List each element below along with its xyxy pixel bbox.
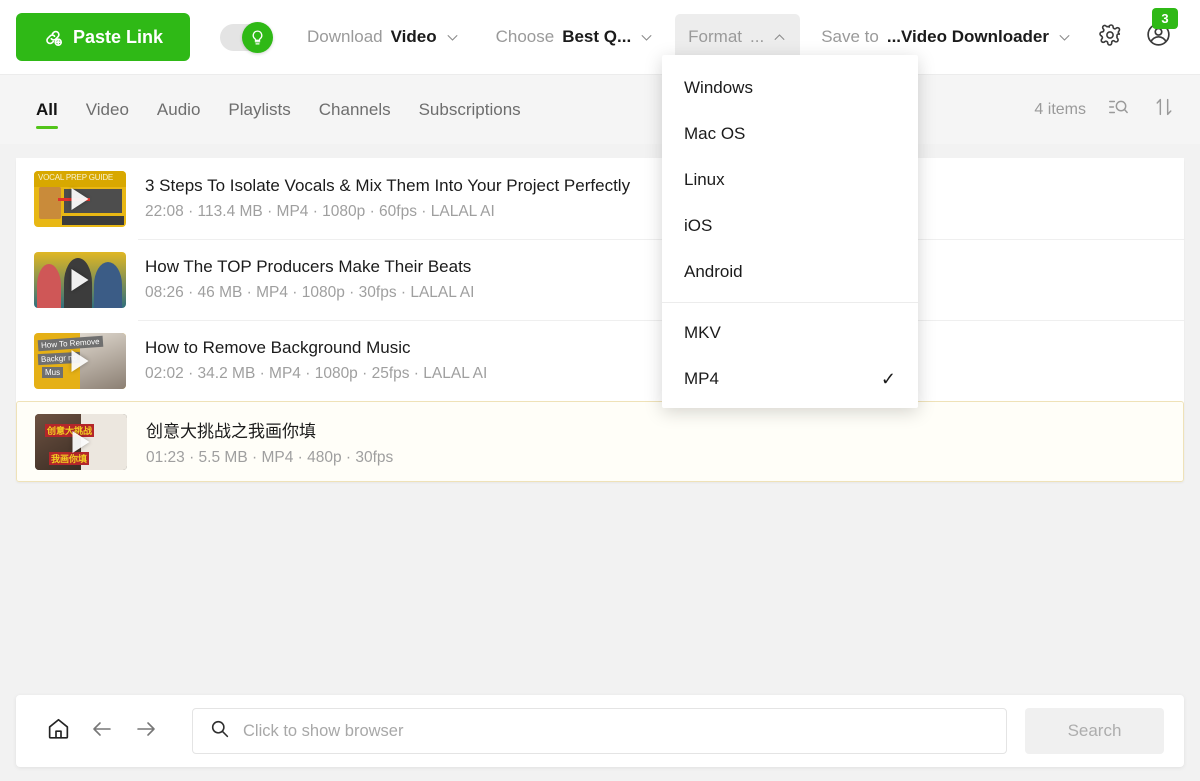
row-title: How to Remove Background Music xyxy=(145,338,487,358)
row-title: How The TOP Producers Make Their Beats xyxy=(145,257,474,277)
table-row[interactable]: VOCAL PREP GUIDE 3 Steps To Isolate Voca… xyxy=(16,158,1184,239)
arrow-left-icon xyxy=(90,717,114,746)
format-selector[interactable]: Format ... xyxy=(675,14,800,60)
filter-tabs: All Video Audio Playlists Channels Subsc… xyxy=(0,75,1200,144)
table-row[interactable]: How To RemoveBackgr ndMus How to Remove … xyxy=(16,320,1184,401)
gear-icon xyxy=(1098,23,1122,52)
format-label: Format xyxy=(688,27,742,47)
top-toolbar: Paste Link Download Video Choose Best Q. xyxy=(0,0,1200,75)
paste-link-button[interactable]: Paste Link xyxy=(16,13,190,61)
play-icon xyxy=(72,350,89,372)
download-label: Download xyxy=(307,27,383,47)
chevron-down-icon xyxy=(445,30,460,45)
row-divider xyxy=(138,320,1184,321)
row-meta: 08:26 · 46 MB · MP4 · 1080p · 30fps · LA… xyxy=(145,284,474,302)
arrow-right-icon xyxy=(134,717,158,746)
play-icon xyxy=(73,431,90,453)
menu-item-windows[interactable]: Windows xyxy=(662,65,918,111)
menu-item-mkv-label: MKV xyxy=(684,323,721,343)
smart-mode-toggle[interactable] xyxy=(220,24,272,51)
choose-value: Best Q... xyxy=(562,27,631,47)
video-thumbnail: How To RemoveBackgr ndMus xyxy=(34,333,126,389)
row-text: 创意大挑战之我画你填 01:23 · 5.5 MB · MP4 · 480p ·… xyxy=(146,417,393,467)
back-button[interactable] xyxy=(80,709,124,753)
lightbulb-icon xyxy=(242,22,273,53)
play-icon xyxy=(72,188,89,210)
save-to-value: ...Video Downloader xyxy=(887,27,1049,47)
choose-label: Choose xyxy=(496,27,555,47)
row-text: How to Remove Background Music 02:02 · 3… xyxy=(145,338,487,383)
paste-link-label: Paste Link xyxy=(73,27,163,48)
row-meta: 01:23 · 5.5 MB · MP4 · 480p · 30fps xyxy=(146,449,393,467)
row-text: 3 Steps To Isolate Vocals & Mix Them Int… xyxy=(145,176,630,221)
video-thumbnail xyxy=(34,252,126,308)
table-row[interactable]: 创意大挑战我画你填 创意大挑战之我画你填 01:23 · 5.5 MB · MP… xyxy=(16,401,1184,482)
browser-bar: Click to show browser Search xyxy=(16,695,1184,767)
chevron-down-icon xyxy=(639,30,654,45)
menu-item-mac-os[interactable]: Mac OS xyxy=(662,111,918,157)
menu-item-ios[interactable]: iOS xyxy=(662,203,918,249)
filter-search-button[interactable] xyxy=(1104,96,1132,124)
search-icon xyxy=(209,718,230,744)
link-plus-icon xyxy=(43,27,64,48)
format-value: ... xyxy=(750,27,764,47)
row-title: 3 Steps To Isolate Vocals & Mix Them Int… xyxy=(145,176,630,196)
table-row[interactable]: How The TOP Producers Make Their Beats 0… xyxy=(16,239,1184,320)
save-to-selector[interactable]: Save to ...Video Downloader xyxy=(808,14,1085,60)
check-icon: ✓ xyxy=(881,369,896,390)
notification-badge: 3 xyxy=(1152,8,1178,29)
app-window: Paste Link Download Video Choose Best Q. xyxy=(0,0,1200,781)
row-meta: 22:08 · 113.4 MB · MP4 · 1080p · 60fps ·… xyxy=(145,203,630,221)
tab-video[interactable]: Video xyxy=(72,85,143,135)
menu-divider xyxy=(662,302,918,303)
sort-button[interactable] xyxy=(1150,96,1178,124)
menu-item-mp4-label: MP4 xyxy=(684,369,719,389)
chevron-up-icon xyxy=(772,30,787,45)
tab-playlists[interactable]: Playlists xyxy=(214,85,304,135)
row-divider xyxy=(138,239,1184,240)
video-thumbnail: 创意大挑战我画你填 xyxy=(35,414,127,470)
items-count: 4 items xyxy=(1034,101,1086,119)
search-button[interactable]: Search xyxy=(1025,708,1164,754)
tab-audio[interactable]: Audio xyxy=(143,85,214,135)
quality-selector[interactable]: Choose Best Q... xyxy=(483,14,668,60)
account-button[interactable]: 3 xyxy=(1138,17,1178,57)
menu-item-mp4[interactable]: MP4 ✓ xyxy=(662,356,918,402)
forward-button[interactable] xyxy=(124,709,168,753)
row-meta: 02:02 · 34.2 MB · MP4 · 1080p · 25fps · … xyxy=(145,365,487,383)
menu-item-mkv[interactable]: MKV xyxy=(662,310,918,356)
download-list: VOCAL PREP GUIDE 3 Steps To Isolate Voca… xyxy=(16,158,1184,482)
menu-item-linux[interactable]: Linux xyxy=(662,157,918,203)
sort-arrows-icon xyxy=(1153,96,1175,123)
home-icon xyxy=(46,716,71,746)
download-value: Video xyxy=(391,27,437,47)
row-title: 创意大挑战之我画你填 xyxy=(146,417,393,442)
video-thumbnail: VOCAL PREP GUIDE xyxy=(34,171,126,227)
row-text: How The TOP Producers Make Their Beats 0… xyxy=(145,257,474,302)
save-to-label: Save to xyxy=(821,27,879,47)
filter-search-icon xyxy=(1107,96,1129,123)
download-type-selector[interactable]: Download Video xyxy=(294,14,473,60)
browser-placeholder: Click to show browser xyxy=(243,722,403,741)
settings-button[interactable] xyxy=(1090,17,1130,57)
list-toolbar: 4 items xyxy=(1034,96,1178,124)
home-button[interactable] xyxy=(36,709,80,753)
tab-all[interactable]: All xyxy=(22,85,72,135)
tab-subscriptions[interactable]: Subscriptions xyxy=(405,85,535,135)
chevron-down-icon xyxy=(1057,30,1072,45)
play-icon xyxy=(72,269,89,291)
menu-item-android[interactable]: Android xyxy=(662,249,918,295)
format-dropdown-menu: Windows Mac OS Linux iOS Android MKV MP4… xyxy=(662,55,918,408)
browser-url-input[interactable]: Click to show browser xyxy=(192,708,1007,754)
tab-channels[interactable]: Channels xyxy=(305,85,405,135)
